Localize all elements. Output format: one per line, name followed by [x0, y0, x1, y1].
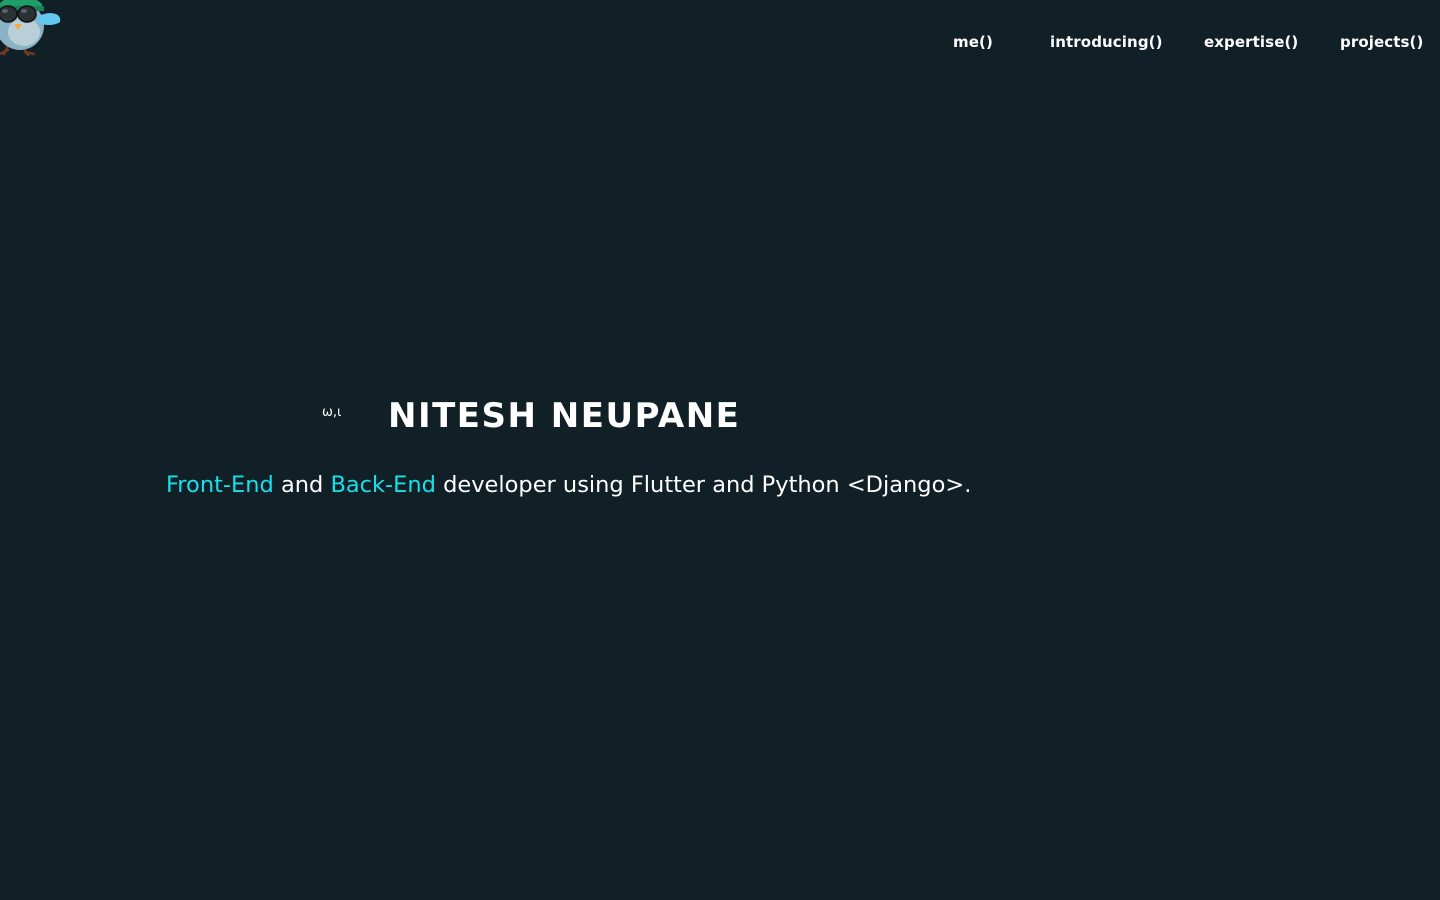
nav-link-me[interactable]: me() [953, 33, 993, 51]
nav-link-projects[interactable]: projects() [1340, 33, 1423, 51]
hero-greeting: ω,ι [322, 405, 342, 420]
tagline-accent-backend: Back-End [330, 472, 436, 498]
hero-name: NITESH NEUPANE [388, 396, 741, 436]
nav-link-expertise[interactable]: expertise() [1204, 33, 1298, 51]
portfolio-page: me() introducing() expertise() projects(… [0, 0, 1440, 900]
tagline-text-and: and [273, 472, 331, 498]
tagline-accent-frontend: Front-End [166, 472, 274, 498]
tagline-text-rest: developer using Flutter and Python <Djan… [435, 472, 972, 498]
bird-mascot-logo-icon[interactable] [0, 0, 66, 60]
hero-tagline: Front-End and Back-End developer using F… [166, 472, 971, 498]
nav-link-introducing[interactable]: introducing() [1050, 33, 1163, 51]
